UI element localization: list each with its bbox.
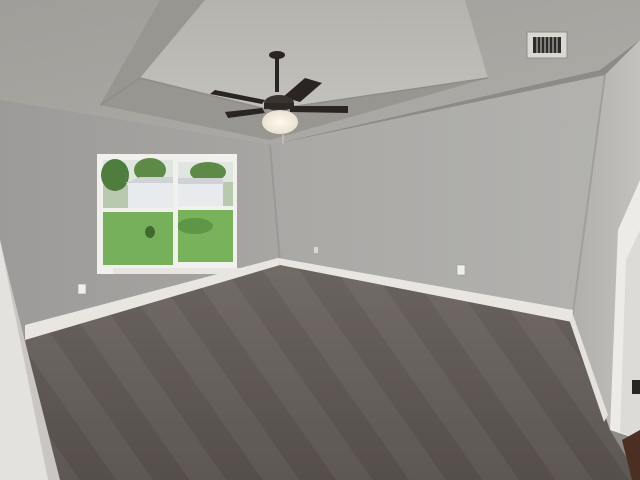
outlet-back-wall-small [314,247,318,253]
room-photo [0,0,640,480]
fan-blade [290,106,348,113]
outlet-left-wall [77,283,87,295]
ceiling-vent [526,31,568,59]
fan-light [262,110,298,134]
window [97,154,239,274]
outlet-back-wall [456,264,466,276]
room-scene [0,0,640,480]
